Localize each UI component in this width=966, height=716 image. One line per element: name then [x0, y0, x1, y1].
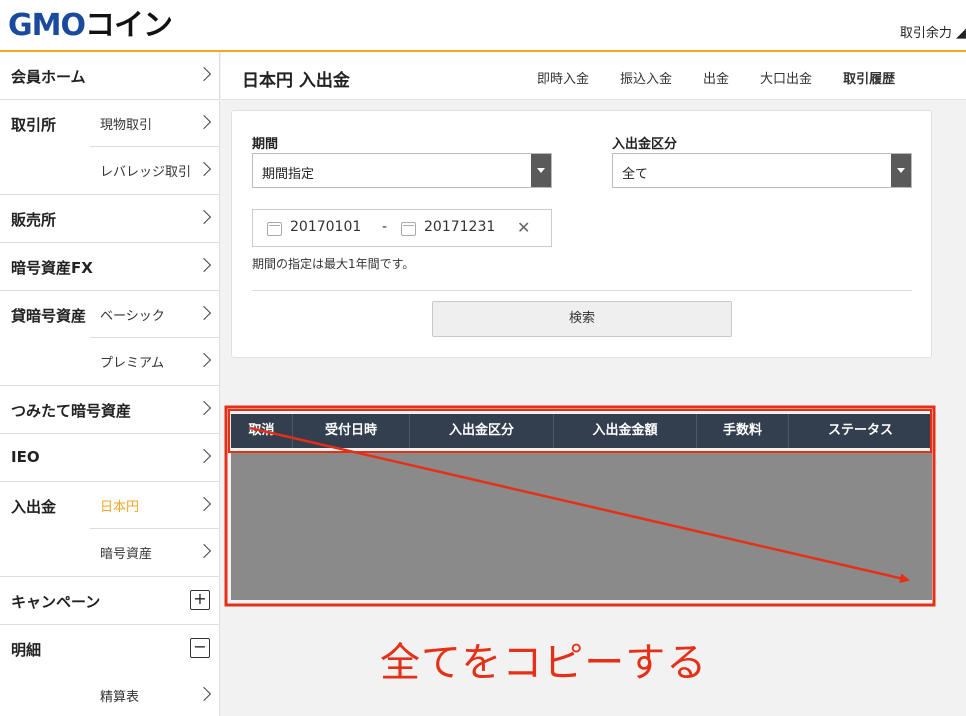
chevron-right-icon — [199, 686, 209, 702]
column-header-fee[interactable]: 手数料 — [697, 414, 789, 448]
sidebar-group-store: 販売所 — [0, 195, 219, 243]
sidebar-item-leverage[interactable]: レバレッジ取引 — [0, 147, 219, 194]
chevron-icon: ◢ — [956, 26, 966, 41]
type-select[interactable]: 全て — [612, 153, 912, 188]
page-title: 日本円 入出金 — [242, 71, 350, 91]
date-to[interactable]: 20171231 — [424, 219, 495, 235]
chevron-right-icon — [199, 448, 209, 464]
chevron-right-icon — [199, 66, 209, 82]
annotation-text: 全てをコピーする — [380, 640, 708, 686]
chevron-right-icon — [199, 209, 209, 225]
chevron-right-icon — [199, 543, 209, 559]
filter-card: 期間 期間指定 入出金区分 全て 20170101 - 20171231 ✕ 期… — [231, 110, 932, 358]
column-header-datetime[interactable]: 受付日時 — [293, 414, 410, 448]
column-header-type[interactable]: 入出金区分 — [410, 414, 554, 448]
page-topbar: 日本円 入出金 即時入金 振込入金 出金 大口出金 取引履歴 — [221, 52, 966, 100]
gmo-coin-logo[interactable]: GMOコイン — [8, 9, 218, 43]
column-header-amount[interactable]: 入出金金額 — [554, 414, 697, 448]
sidebar-group-lending: 貸暗号資産 ベーシック プレミアム — [0, 291, 219, 386]
chevron-right-icon — [199, 352, 209, 368]
balance-label[interactable]: 取引余力 ◢ — [900, 22, 966, 41]
dropdown-arrow-icon — [891, 154, 911, 187]
sidebar-group-exchange: 取引所 現物取引 レバレッジ取引 — [0, 100, 219, 195]
period-select[interactable]: 期間指定 — [252, 153, 552, 188]
plus-icon[interactable]: + — [190, 590, 210, 610]
tab-withdraw[interactable]: 出金 — [703, 68, 729, 87]
sidebar-group-label: 入出金 — [11, 498, 57, 516]
sidebar-item-statements[interactable]: 明細 − — [0, 625, 219, 672]
sidebar-group-campaign: キャンペーン + — [0, 577, 219, 625]
sidebar-item-fx[interactable]: 暗号資産FX — [0, 243, 219, 290]
tab-large-withdraw[interactable]: 大口出金 — [760, 68, 812, 87]
sidebar-item-campaign[interactable]: キャンペーン + — [0, 577, 219, 624]
tab-instant-deposit[interactable]: 即時入金 — [537, 68, 589, 87]
sidebar-group-fx: 暗号資産FX — [0, 243, 219, 291]
app-header: GMOコイン 取引余力 ◢ — [0, 0, 966, 52]
column-header-status[interactable]: ステータス — [789, 414, 932, 448]
sidebar-group-ieo: IEO — [0, 434, 219, 482]
sidebar-item-settlement[interactable]: 精算表 — [90, 672, 219, 716]
calendar-icon — [267, 222, 282, 236]
chevron-right-icon — [199, 114, 209, 130]
table-body-selected[interactable] — [231, 452, 932, 600]
page-tabs: 即時入金 振込入金 出金 大口出金 取引履歴 — [537, 68, 926, 87]
sidebar-item-store[interactable]: 販売所 — [0, 195, 219, 242]
sidebar-item-premium[interactable]: プレミアム — [0, 338, 219, 385]
sidebar-item-basic[interactable]: ベーシック — [90, 291, 219, 338]
chevron-right-icon — [199, 496, 209, 512]
calendar-icon — [401, 222, 416, 236]
column-header-cancel[interactable]: 取消 — [231, 414, 293, 448]
dropdown-arrow-icon — [531, 154, 551, 187]
minus-icon[interactable]: − — [190, 638, 210, 658]
chevron-right-icon — [199, 257, 209, 273]
sidebar-group-deposit: 入出金 日本円 暗号資産 — [0, 482, 219, 577]
divider — [252, 290, 912, 291]
tab-transfer-deposit[interactable]: 振込入金 — [620, 68, 672, 87]
chevron-right-icon — [199, 400, 209, 416]
period-label: 期間 — [252, 137, 279, 152]
sidebar-group-tsumitate: つみたて暗号資産 — [0, 386, 219, 434]
sidebar-item-crypto[interactable]: 暗号資産 — [0, 529, 219, 576]
sidebar-item-ieo[interactable]: IEO — [0, 434, 219, 481]
sidebar-item-jpy[interactable]: 日本円 — [90, 482, 219, 529]
logo-latin: GMO — [8, 8, 86, 43]
tab-history[interactable]: 取引履歴 — [843, 68, 895, 87]
type-label: 入出金区分 — [612, 137, 678, 152]
date-separator: - — [382, 219, 388, 235]
table-header: 取消 受付日時 入出金区分 入出金金額 手数料 ステータス — [231, 414, 932, 448]
sidebar-group-home: 会員ホーム — [0, 52, 219, 100]
main-content: 日本円 入出金 即時入金 振込入金 出金 大口出金 取引履歴 期間 期間指定 入… — [221, 52, 966, 716]
logo-kana: コイン — [84, 8, 173, 43]
chevron-right-icon — [199, 305, 209, 321]
sidebar-item-spot[interactable]: 現物取引 — [90, 100, 219, 147]
sidebar-group-label: 取引所 — [11, 116, 57, 134]
date-from[interactable]: 20170101 — [290, 219, 361, 235]
sidebar-group-label: 貸暗号資産 — [11, 307, 87, 325]
date-range-input[interactable]: 20170101 - 20171231 ✕ — [252, 209, 552, 247]
search-button[interactable]: 検索 — [432, 301, 732, 337]
chevron-right-icon — [199, 161, 209, 177]
sidebar-item-tsumitate[interactable]: つみたて暗号資産 — [0, 386, 219, 433]
sidebar: 会員ホーム 取引所 現物取引 レバレッジ取引 販売所 暗号資産FX 貸暗号資産 … — [0, 52, 220, 716]
sidebar-group-statements: 明細 − 精算表 — [0, 625, 219, 716]
sidebar-item-home[interactable]: 会員ホーム — [0, 52, 219, 99]
clear-icon[interactable]: ✕ — [517, 218, 530, 237]
period-note: 期間の指定は最大1年間です。 — [252, 257, 415, 271]
